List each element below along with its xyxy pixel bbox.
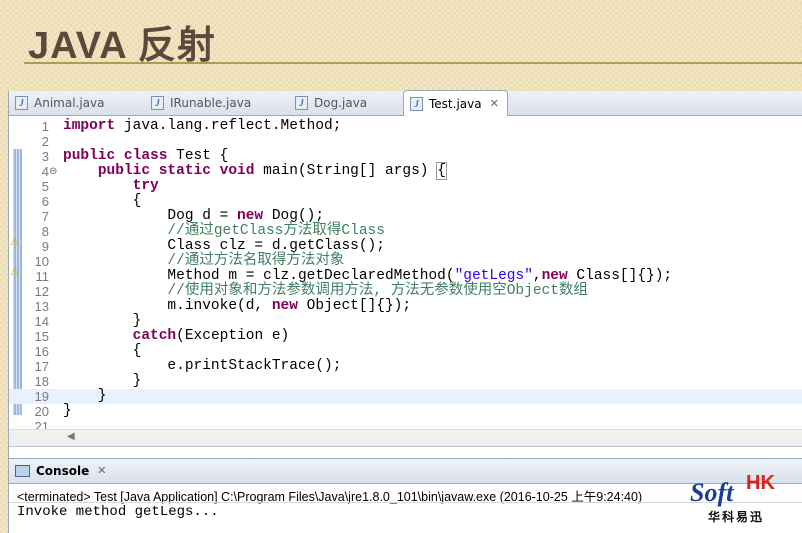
code-line[interactable]: 14 } bbox=[9, 313, 802, 330]
code-text: public static void main(String[] args) { bbox=[97, 162, 447, 180]
code-line[interactable]: 16 { bbox=[9, 343, 802, 360]
title-underline bbox=[24, 62, 802, 64]
code-line[interactable]: 18 } bbox=[9, 373, 802, 390]
line-number: 18 bbox=[34, 374, 49, 389]
code-line[interactable]: 12 //使用对象和方法参数调用方法, 方法无参数使用空Object数组 bbox=[9, 283, 802, 300]
code-text: //通过方法名取得方法对象 bbox=[167, 253, 345, 269]
java-file-icon: J bbox=[151, 96, 164, 110]
eclipse-window: J Animal.java J IRunable.java J Dog.java… bbox=[8, 90, 802, 533]
code-line[interactable]: 6 { bbox=[9, 193, 802, 210]
code-line[interactable]: 3 public class Test { bbox=[9, 148, 802, 165]
java-file-icon: J bbox=[410, 97, 423, 111]
line-number: 6 bbox=[41, 194, 49, 209]
code-line[interactable]: 20} bbox=[9, 403, 802, 420]
java-file-icon: J bbox=[15, 96, 28, 110]
line-number: 9 bbox=[41, 239, 49, 254]
code-text: try bbox=[132, 178, 159, 194]
line-number: 15 bbox=[34, 329, 49, 344]
tab-label: Test.java bbox=[429, 97, 482, 111]
close-icon[interactable]: ✕ bbox=[97, 459, 106, 483]
close-icon[interactable]: ✕ bbox=[490, 92, 499, 116]
code-text: { bbox=[63, 193, 142, 209]
line-number: 17 bbox=[34, 359, 49, 374]
console-icon bbox=[15, 465, 30, 477]
code-line[interactable]: 11 Method m = clz.getDeclaredMethod("get… bbox=[9, 268, 802, 285]
code-line[interactable]: 13 m.invoke(d, new Object[]{}); bbox=[9, 298, 802, 315]
horizontal-scrollbar[interactable]: ◀ bbox=[9, 429, 802, 447]
line-number: 20 bbox=[34, 404, 49, 419]
tab-irunable-java[interactable]: J IRunable.java bbox=[151, 91, 251, 115]
line-number: 3 bbox=[41, 149, 49, 164]
code-line[interactable]: 4 ⊖ public static void main(String[] args… bbox=[9, 162, 802, 180]
code-text: m.invoke(d, new Object[]{}); bbox=[63, 298, 412, 314]
line-number: 19 bbox=[34, 389, 49, 404]
line-number: 5 bbox=[41, 179, 49, 194]
tab-console[interactable]: Console ✕ bbox=[9, 459, 106, 483]
code-line[interactable]: 15 catch(Exception e) bbox=[9, 328, 802, 345]
code-line[interactable]: 17 e.printStackTrace(); bbox=[9, 358, 802, 375]
code-line[interactable]: 1 import java.lang.reflect.Method; bbox=[9, 118, 802, 135]
code-text: public class Test { bbox=[63, 148, 229, 164]
tab-animal-java[interactable]: J Animal.java bbox=[15, 91, 104, 115]
softhk-logo: Soft HK 华科易迅 bbox=[690, 470, 794, 526]
code-text: Dog d = new Dog(); bbox=[63, 208, 325, 224]
code-text: import java.lang.reflect.Method; bbox=[63, 118, 342, 134]
fold-icon[interactable]: ⊖ bbox=[49, 164, 57, 179]
tab-label: IRunable.java bbox=[170, 96, 252, 110]
java-file-icon: J bbox=[295, 96, 308, 110]
tab-label: Animal.java bbox=[34, 96, 105, 110]
slide-title: JAVA 反射 bbox=[28, 25, 216, 67]
line-number: 16 bbox=[34, 344, 49, 359]
line-number: 13 bbox=[34, 299, 49, 314]
code-text: Method m = clz.getDeclaredMethod("getLeg… bbox=[63, 268, 673, 284]
scroll-left-icon[interactable]: ◀ bbox=[67, 431, 75, 442]
line-number: 11 bbox=[35, 269, 50, 284]
line-number: 1 bbox=[41, 119, 49, 134]
line-number: 7 bbox=[41, 209, 49, 224]
console-tab-bar: Console ✕ bbox=[9, 458, 802, 484]
code-line[interactable]: 2 bbox=[9, 134, 802, 149]
code-line[interactable]: 9 Class clz = d.getClass(); bbox=[9, 238, 802, 255]
code-text: } bbox=[63, 373, 142, 389]
code-text: //通过getClass方法取得Class bbox=[167, 223, 385, 239]
line-number: 14 bbox=[34, 314, 49, 329]
logo-soft-text: Soft bbox=[690, 478, 734, 507]
console-output[interactable]: Invoke method getLegs... bbox=[17, 504, 219, 520]
code-text: } bbox=[63, 388, 107, 404]
code-line[interactable]: 5 try bbox=[9, 178, 802, 195]
code-text: { bbox=[63, 343, 142, 359]
code-line[interactable]: 7 Dog d = new Dog(); bbox=[9, 208, 802, 225]
line-number: 2 bbox=[41, 134, 49, 149]
code-text: } bbox=[63, 403, 72, 419]
code-line[interactable]: 19 } bbox=[9, 389, 802, 404]
code-text: Class clz = d.getClass(); bbox=[63, 238, 385, 254]
code-editor[interactable]: ⚠ ⚠ 1 import java.lang.reflect.Method; 2 3 p… bbox=[9, 116, 802, 436]
code-text: //使用对象和方法参数调用方法, 方法无参数使用空Object数组 bbox=[167, 283, 588, 299]
line-number: 12 bbox=[34, 284, 49, 299]
tab-dog-java[interactable]: J Dog.java bbox=[295, 91, 367, 115]
console-tab-label: Console bbox=[36, 464, 90, 478]
editor-tab-bar: J Animal.java J IRunable.java J Dog.java… bbox=[9, 90, 802, 117]
tab-test-java[interactable]: J Test.java ✕ bbox=[403, 90, 508, 117]
line-number: 10 bbox=[34, 254, 49, 269]
line-number: 4 bbox=[41, 164, 49, 179]
line-number: 8 bbox=[41, 224, 49, 239]
tab-label: Dog.java bbox=[314, 96, 368, 110]
logo-cn-text: 华科易迅 bbox=[708, 510, 765, 524]
code-text: } bbox=[63, 313, 142, 329]
code-text: e.printStackTrace(); bbox=[63, 358, 342, 374]
console-divider bbox=[9, 502, 802, 503]
code-line[interactable]: 10 //通过方法名取得方法对象 bbox=[9, 253, 802, 270]
code-line[interactable]: 8 //通过getClass方法取得Class bbox=[9, 223, 802, 240]
code-text: catch(Exception e) bbox=[132, 328, 290, 344]
logo-hk-text: HK bbox=[746, 472, 775, 494]
